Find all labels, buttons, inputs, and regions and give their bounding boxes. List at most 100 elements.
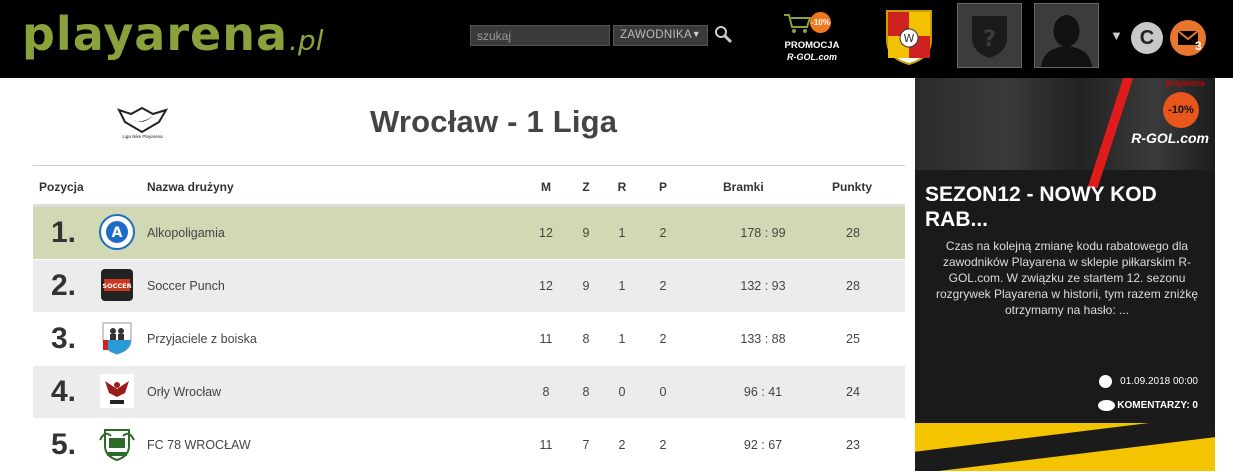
standings-table: Pozycja Nazwa drużyny M Z R P Bramki Pun… (33, 165, 905, 472)
comment-icon (1098, 400, 1115, 411)
table-row[interactable]: 2. SOCCER Soccer Punch 12 9 1 2 132 : 93… (33, 260, 905, 313)
coins-icon[interactable]: C (1131, 22, 1163, 54)
ad-black-band (915, 423, 1215, 471)
top-bar: playarena .pl ZAWODNIKA ▼ -10% PROMOCJA … (0, 0, 1233, 78)
row-p: 2 (659, 438, 667, 452)
row-goals: 132 : 93 (740, 279, 786, 293)
team-logo-icon[interactable]: SOCCER (99, 267, 135, 303)
table-row[interactable]: 5. FC 78 WROCŁAW 11 7 2 2 92 : 67 23 (33, 419, 905, 472)
search-scope-value: ZAWODNIKA (620, 29, 692, 41)
clock-icon (1099, 375, 1112, 388)
row-points: 28 (846, 226, 860, 240)
news-excerpt: Czas na kolejną zmianę kodu rabatowego d… (935, 239, 1199, 317)
row-r: 1 (618, 279, 626, 293)
row-z: 8 (582, 332, 590, 346)
nike-league-crest-icon (117, 106, 169, 134)
row-p: 2 (659, 226, 667, 240)
team-name-link[interactable]: Orły Wrocław (147, 385, 221, 399)
search-icon (715, 26, 733, 44)
team-name-link[interactable]: Alkopoligamia (147, 226, 225, 240)
row-m: 12 (539, 226, 553, 240)
promo-title: PROMOCJA (784, 40, 840, 51)
table-row[interactable]: 1. A Alkopoligamia 12 9 1 2 178 : 99 28 (33, 207, 905, 260)
row-position: 1. (51, 216, 77, 249)
row-r: 2 (618, 438, 626, 452)
city-crest-icon[interactable]: W (884, 8, 934, 66)
col-header-z: Z (582, 180, 590, 194)
row-position: 3. (51, 322, 77, 355)
table-row[interactable]: 3. Przyjaciele z boiska 11 8 1 2 133 : 8… (33, 313, 905, 366)
row-m: 12 (539, 279, 553, 293)
news-card[interactable]: playarena -10% R-GOL.com SEZON12 - NOWY … (915, 78, 1215, 423)
row-goals: 96 : 41 (743, 385, 783, 399)
news-date: 01.09.2018 00:00 (1120, 376, 1198, 387)
row-points: 25 (846, 332, 860, 346)
col-header-points: Punkty (832, 180, 873, 194)
user-avatar[interactable] (1034, 3, 1099, 68)
select-caret-icon: ▼ (691, 29, 701, 39)
question-shield-icon: ? (972, 16, 1007, 58)
news-headline[interactable]: SEZON12 - NOWY KOD RAB... (925, 182, 1210, 232)
row-position: 4. (51, 375, 77, 408)
team-name-link[interactable]: FC 78 WROCŁAW (147, 438, 251, 452)
table-header: Pozycja Nazwa drużyny M Z R P Bramki Pun… (33, 165, 905, 207)
news-comments-count[interactable]: KOMENTARZY: 0 (1117, 400, 1198, 411)
row-z: 9 (582, 226, 590, 240)
team-logo-icon[interactable] (99, 320, 135, 356)
col-header-position: Pozycja (39, 180, 84, 194)
search-scope-select[interactable]: ZAWODNIKA ▼ (613, 25, 708, 46)
row-m: 11 (539, 438, 553, 452)
row-goals: 92 : 67 (743, 438, 783, 452)
logo-tld: .pl (289, 24, 324, 57)
league-logo: Liga Nike Playarena (115, 104, 170, 144)
row-r: 1 (618, 332, 626, 346)
row-points: 23 (846, 438, 860, 452)
col-header-team: Nazwa drużyny (147, 180, 234, 194)
mystery-team-avatar[interactable]: ? (957, 3, 1022, 68)
row-p: 2 (659, 332, 667, 346)
team-logo-icon[interactable] (99, 426, 135, 462)
page-title: Wrocław - 1 Liga (370, 104, 618, 139)
promo-banner[interactable]: -10% PROMOCJA R-GOL.com (780, 12, 840, 62)
row-position: 5. (51, 428, 77, 461)
search-button[interactable] (714, 25, 734, 45)
second-ad-banner[interactable] (915, 423, 1215, 471)
svg-text:?: ? (983, 27, 996, 52)
svg-text:A: A (112, 225, 123, 241)
ad-brand: R-GOL.com (1131, 130, 1209, 146)
user-menu-caret-icon[interactable]: ▼ (1110, 28, 1123, 43)
cart-icon (784, 14, 812, 33)
col-header-r: R (617, 180, 627, 194)
row-p: 0 (659, 385, 667, 399)
row-z: 7 (582, 438, 590, 452)
row-r: 0 (618, 385, 626, 399)
promo-brand: R-GOL.com (786, 52, 837, 62)
team-name-link[interactable]: Soccer Punch (147, 279, 225, 293)
search-input[interactable] (470, 25, 610, 46)
playarena-logo[interactable]: playarena .pl (22, 6, 323, 62)
svg-text:SOCCER: SOCCER (102, 282, 131, 290)
team-logo-icon[interactable] (99, 373, 135, 409)
svg-text:W: W (904, 32, 915, 45)
logo-text: playarena (22, 7, 289, 61)
row-goals: 133 : 88 (740, 332, 786, 346)
row-m: 11 (539, 332, 553, 346)
row-points: 24 (846, 385, 860, 399)
ad-discount-badge: -10% (1163, 92, 1199, 128)
team-name-link[interactable]: Przyjaciele z boiska (147, 332, 257, 346)
row-points: 28 (846, 279, 860, 293)
team-logo-icon[interactable]: A (99, 214, 135, 250)
promo-discount-badge: -10% (810, 12, 831, 33)
row-goals: 178 : 99 (740, 226, 786, 240)
row-position: 2. (51, 269, 77, 302)
col-header-m: M (541, 180, 551, 194)
row-p: 2 (659, 279, 667, 293)
row-z: 9 (582, 279, 590, 293)
ad-top-label: playarena (1165, 78, 1205, 88)
user-silhouette-icon (1041, 15, 1092, 67)
col-header-p: P (658, 180, 667, 194)
league-logo-caption: Liga Nike Playarena (122, 134, 163, 139)
messages-count-badge: 3 (1195, 39, 1202, 53)
col-header-goals: Bramki (723, 180, 764, 194)
table-row[interactable]: 4. Orły Wrocław 8 8 0 0 96 : 41 24 (33, 366, 905, 419)
